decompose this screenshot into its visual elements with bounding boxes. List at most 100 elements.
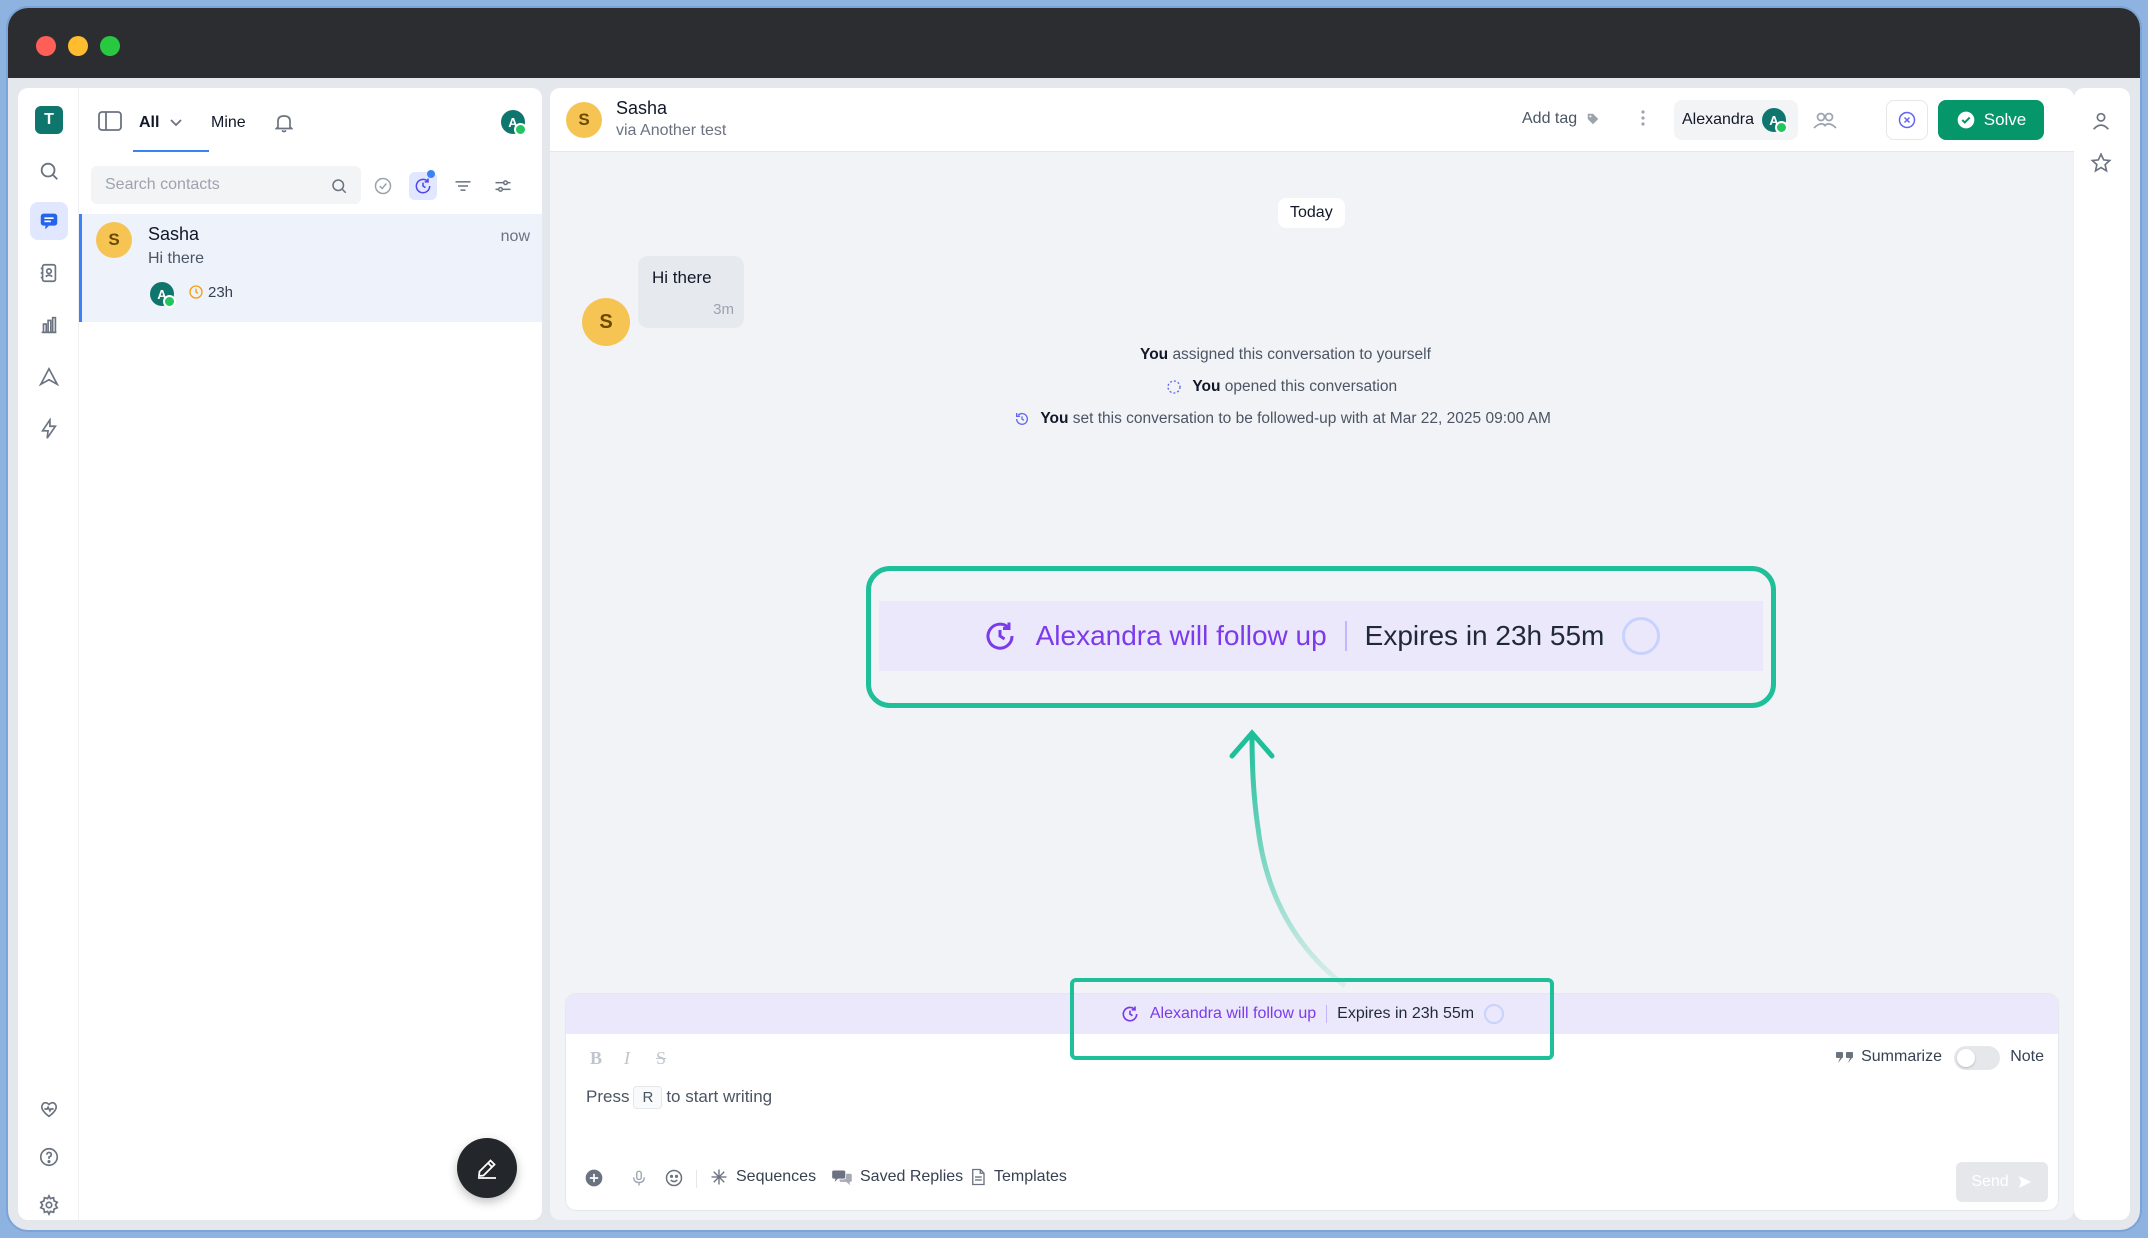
tab-mine[interactable]: Mine [211,114,246,132]
voice-button[interactable] [630,1168,648,1193]
quote-icon [1836,1052,1854,1063]
contacts-icon [40,263,57,283]
summarize-button[interactable]: Summarize [1835,1048,1942,1066]
conversation-list-item[interactable]: S Sasha Hi there now A 23h [79,214,542,322]
conversation-panel: S Sasha via Another test Add tag Alexand… [550,88,2074,1220]
followup-progress-ring[interactable] [1484,1004,1505,1024]
toolbar-divider [696,1170,697,1188]
nav-campaigns[interactable] [30,358,68,396]
sort-lines-icon [455,181,471,191]
conversation-time: now [500,228,530,245]
title-bar [8,8,2140,78]
maximize-window-button[interactable] [100,36,120,56]
send-label: Send [1971,1173,2009,1190]
templates-button[interactable]: Templates [970,1168,1067,1186]
lightning-icon [41,418,57,439]
my-avatar[interactable]: A [501,110,527,136]
followup-expires: Expires in 23h 55m [1364,620,1605,651]
nav-contacts[interactable] [30,254,68,292]
strikethrough-icon[interactable]: S [656,1048,666,1069]
help-icon [39,1147,59,1167]
compose-button[interactable] [457,1138,517,1198]
chevron-down-icon [170,119,182,127]
sequences-label: Sequences [736,1168,817,1185]
hint-press: Press [586,1087,630,1106]
app-window: T All Mine A Search contacts S Sasha Hi … [6,6,2142,1232]
emoji-button[interactable] [664,1168,684,1193]
bell-icon [274,115,294,133]
nav-rail: T [18,88,78,1220]
filter-active-dot [427,170,435,178]
followup-callout-small: Alexandra will follow up Expires in 23h … [1070,978,1554,1060]
filters-button[interactable] [489,172,517,200]
search-icon [332,179,347,194]
conversation-assignee-avatar: A [150,282,176,308]
bold-icon[interactable]: B [590,1048,602,1069]
contact-details-button[interactable] [2090,110,2112,137]
conversation-timer: 23h [208,284,234,301]
followup-expires: Expires in 23h 55m [1337,1005,1475,1022]
send-icon [38,366,60,387]
filter-followup-button[interactable] [409,170,437,200]
speech-bubbles-icon [832,1170,852,1186]
tab-all[interactable]: All [139,114,159,132]
nav-automations[interactable] [30,410,68,448]
nav-help[interactable] [30,1138,68,1176]
tab-all-dropdown[interactable] [169,116,183,135]
workspace-logo[interactable]: T [35,106,63,134]
followup-progress-ring[interactable] [1622,617,1661,655]
emoji-icon [665,1169,683,1187]
close-window-button[interactable] [36,36,56,56]
search-contacts-input[interactable] [91,166,361,204]
conversation-contact-name: Sasha [148,224,200,244]
followup-banner: Alexandra will follow up Expires in 23h … [1074,994,1550,1034]
conversation-list-panel: All Mine A Search contacts S Sasha Hi th… [78,88,542,1220]
bar-chart-icon [41,316,57,334]
separator [1326,1005,1328,1023]
filter-solved-button[interactable] [369,172,397,200]
saved-replies-button[interactable]: Saved Replies [832,1168,963,1186]
conversation-preview: Hi there [148,250,205,267]
favorites-button[interactable] [2090,152,2112,179]
followup-label: Alexandra will follow up [1149,1005,1317,1022]
followup-label: Alexandra will follow up [1035,620,1327,651]
check-circle-icon [374,177,392,195]
star-icon [2090,152,2112,173]
sparkle-icon [711,1169,727,1185]
nav-health[interactable] [30,1090,68,1128]
heart-pulse-icon [40,1101,58,1118]
followup-callout-zoomed: Alexandra will follow up Expires in 23h … [866,566,1776,708]
sliders-icon [495,180,511,192]
italic-icon[interactable]: I [624,1048,630,1069]
sort-button[interactable] [449,172,477,200]
list-header: All Mine A [79,88,542,158]
note-toggle[interactable] [1954,1046,2000,1070]
hint-start: to start writing [666,1087,773,1106]
document-icon [972,1168,985,1186]
saved-replies-label: Saved Replies [860,1168,964,1185]
pencil-icon [477,1159,496,1179]
nav-reports[interactable] [30,306,68,344]
sequences-button[interactable]: Sequences [710,1168,816,1186]
templates-label: Templates [994,1168,1067,1185]
minimize-window-button[interactable] [68,36,88,56]
followup-banner-zoomed: Alexandra will follow up Expires in 23h … [879,601,1763,671]
user-icon [2093,112,2109,130]
nav-settings[interactable] [30,1186,68,1224]
composer-input-hint[interactable]: Press Rto start writing [586,1086,772,1109]
nav-inbox[interactable] [30,202,68,240]
followup-clock-icon [415,178,431,194]
contact-avatar: S [96,222,132,258]
separator [1344,621,1347,651]
notifications-button[interactable] [274,113,294,138]
send-button[interactable]: Send [1956,1162,2048,1202]
nav-search[interactable] [30,152,68,190]
search-button[interactable] [325,172,353,200]
shortcut-key: R [633,1086,663,1109]
followup-clock-icon [986,622,1014,650]
toggle-sidebar-button[interactable] [97,110,123,137]
search-icon [40,162,58,180]
chat-icon [40,213,58,230]
sidebar-toggle-icon [98,111,122,131]
attach-button[interactable] [584,1168,604,1193]
